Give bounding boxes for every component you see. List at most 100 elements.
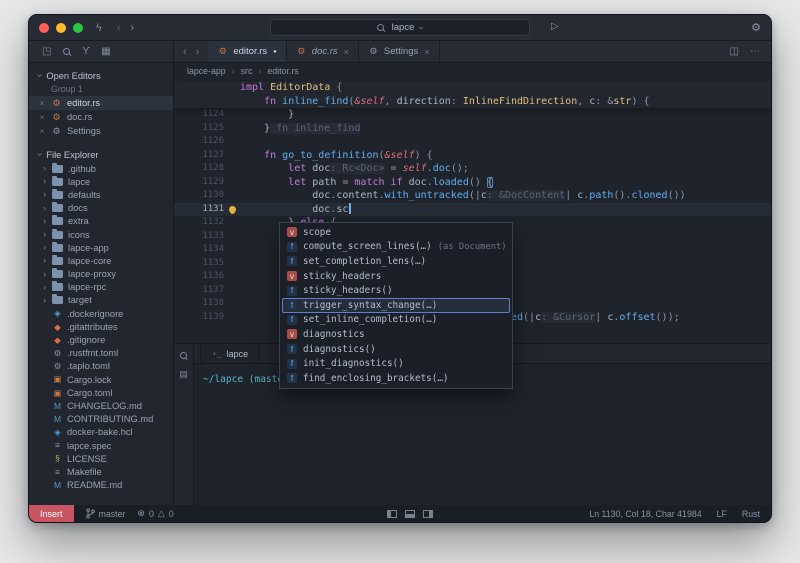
tree-item-.github[interactable]: › .github (29, 162, 173, 175)
search-icon[interactable] (62, 47, 71, 56)
file-explorer-icon[interactable]: ◳ (42, 46, 51, 57)
code-line[interactable]: 1127 fn go_to_definition(&self) { (174, 149, 771, 163)
completion-item[interactable]: f trigger_syntax_change(…) (282, 297, 510, 313)
file-name: lapce-app (68, 242, 109, 253)
tree-item-.dockerignore[interactable]: ◈ .dockerignore (29, 307, 173, 320)
completion-item[interactable]: v scope (282, 225, 510, 240)
completion-item[interactable]: v diagnostics (282, 327, 510, 342)
search-icon[interactable] (179, 351, 188, 360)
open-editors-header[interactable]: › Open Editors (29, 68, 173, 83)
completion-item[interactable]: f sticky_headers() (282, 283, 510, 298)
tree-item-CONTRIBUTING.md[interactable]: M CONTRIBUTING.md (29, 413, 173, 426)
branch-name: master (98, 508, 126, 519)
breadcrumb-item[interactable]: editor.rs (267, 66, 298, 76)
completion-item[interactable]: f compute_screen_lines(…) (as Document) (282, 240, 510, 255)
minimize-button[interactable] (56, 22, 66, 33)
back-button[interactable]: ‹ (117, 22, 121, 34)
source-control-icon[interactable]: ϒ (82, 46, 90, 57)
completion-item[interactable]: f find_enclosing_brackets(…) (282, 371, 510, 386)
tree-item-lapce-core[interactable]: › lapce-core (29, 254, 173, 267)
line-ending[interactable]: LF (717, 509, 727, 519)
tree-item-CHANGELOG.md[interactable]: M CHANGELOG.md (29, 399, 173, 412)
breadcrumb-item[interactable]: lapce-app (187, 66, 226, 76)
settings-button[interactable]: ⚙ (751, 21, 761, 34)
tree-item-docs[interactable]: › docs (29, 202, 173, 215)
zoom-button[interactable] (73, 22, 83, 33)
file-explorer-header[interactable]: › File Explorer (29, 147, 173, 162)
open-editor-Settings[interactable]: × ⚙ Settings (29, 124, 173, 138)
command-palette[interactable]: lapce › (270, 19, 530, 36)
tree-item-.gitignore[interactable]: ◆ .gitignore (29, 333, 173, 346)
tab-label: Settings (383, 46, 419, 57)
close-icon[interactable]: × (38, 98, 46, 108)
git-icon: ◆ (54, 334, 61, 345)
completion-item[interactable]: f init_diagnostics() (282, 356, 510, 371)
tree-item-lapce-proxy[interactable]: › lapce-proxy (29, 268, 173, 281)
close-icon[interactable]: × (38, 126, 46, 136)
language-indicator[interactable]: Rust (742, 509, 760, 519)
toggle-bottom-panel-icon[interactable] (405, 509, 415, 518)
tree-item-Makefile[interactable]: ≡ Makefile (29, 465, 173, 478)
code-text: fn go_to_definition(&self) { (264, 149, 433, 161)
tree-item-.taplo.toml[interactable]: ⚙ .taplo.toml (29, 360, 173, 373)
code-line[interactable]: 1129 let path = match if doc.loaded() { (174, 176, 771, 190)
more-icon[interactable]: ⋯ (750, 46, 760, 57)
code-line[interactable]: 1125 } fn inline_find (174, 122, 771, 136)
lightbulb-icon[interactable] (228, 205, 236, 213)
close-icon[interactable]: × (38, 112, 46, 122)
tab-back-button[interactable]: ‹ (183, 46, 187, 58)
tab-Settings[interactable]: ⚙ Settings × (359, 41, 440, 62)
tree-item-extra[interactable]: › extra (29, 215, 173, 228)
tab-forward-button[interactable]: › (196, 46, 200, 58)
close-icon[interactable]: × (344, 47, 349, 57)
tree-item-docker-bake.hcl[interactable]: ◈ docker-bake.hcl (29, 426, 173, 439)
split-icon[interactable]: ◫ (730, 46, 739, 57)
completion-item[interactable]: f diagnostics() (282, 342, 510, 357)
tree-item-Cargo.toml[interactable]: ▣ Cargo.toml (29, 386, 173, 399)
tree-item-Cargo.lock[interactable]: ▣ Cargo.lock (29, 373, 173, 386)
code-line[interactable]: 1126 (174, 135, 771, 149)
file-name: CHANGELOG.md (67, 400, 142, 411)
run-button[interactable]: ▷ (551, 21, 559, 32)
toggle-left-panel-icon[interactable] (387, 509, 397, 518)
output-list-icon[interactable]: ▤ (179, 369, 188, 380)
tree-item-lapce[interactable]: › lapce (29, 175, 173, 188)
code-line[interactable]: 1124 } (174, 108, 771, 122)
tree-item-target[interactable]: › target (29, 294, 173, 307)
tree-item-.gitattributes[interactable]: ◆ .gitattributes (29, 320, 173, 333)
code-line[interactable]: 1130 doc.content.with_untracked(|c: &Doc… (174, 189, 771, 203)
tab-doc.rs[interactable]: ⚙ doc.rs × (287, 41, 359, 62)
tree-item-.rustfmt.toml[interactable]: ⚙ .rustfmt.toml (29, 347, 173, 360)
code-line[interactable]: 1128 let doc: Rc<Doc> = self.doc(); (174, 162, 771, 176)
open-editor-doc.rs[interactable]: × ⚙ doc.rs (29, 110, 173, 124)
tree-item-lapce-rpc[interactable]: › lapce-rpc (29, 281, 173, 294)
terminal-tab[interactable]: ›_ lapce (200, 344, 261, 363)
tree-item-lapce.spec[interactable]: ≡ lapce.spec (29, 439, 173, 452)
close-button[interactable] (39, 22, 49, 33)
cursor-position[interactable]: Ln 1130, Col 18, Char 41984 (589, 509, 701, 519)
completion-item[interactable]: f set_completion_lens(…) (282, 254, 510, 269)
tree-item-lapce-app[interactable]: › lapce-app (29, 241, 173, 254)
tree-item-defaults[interactable]: › defaults (29, 188, 173, 201)
breadcrumb-item[interactable]: src (241, 66, 253, 76)
code-line[interactable]: fn inline_find(&self, direction: InlineF… (174, 95, 771, 109)
diagnostics-indicator[interactable]: ⊗ 0 △ 0 (137, 509, 173, 519)
branch-indicator[interactable]: master (85, 508, 126, 519)
tab-editor.rs[interactable]: ⚙ editor.rs ● (208, 41, 287, 62)
code-text: doc.sc (240, 203, 351, 217)
extensions-icon[interactable]: ▦ (101, 46, 110, 57)
completion-item[interactable]: v sticky_headers (282, 269, 510, 284)
close-icon[interactable]: × (424, 47, 429, 57)
completion-item[interactable]: f set_inline_completion(…) (282, 313, 510, 328)
tab-nav: ‹ › (174, 41, 208, 62)
breadcrumb: lapce-app › src › editor.rs (174, 63, 771, 79)
forward-button[interactable]: › (131, 22, 135, 34)
toggle-right-panel-icon[interactable] (423, 509, 433, 518)
code-line[interactable]: impl EditorData { (174, 81, 771, 95)
tree-item-README.md[interactable]: M README.md (29, 479, 173, 492)
mode-badge[interactable]: Insert (29, 505, 74, 522)
tree-item-icons[interactable]: › icons (29, 228, 173, 241)
tree-item-LICENSE[interactable]: § LICENSE (29, 452, 173, 465)
open-editor-editor.rs[interactable]: × ⚙ editor.rs (29, 96, 173, 110)
code-line[interactable]: 1131 doc.sc (174, 202, 771, 217)
